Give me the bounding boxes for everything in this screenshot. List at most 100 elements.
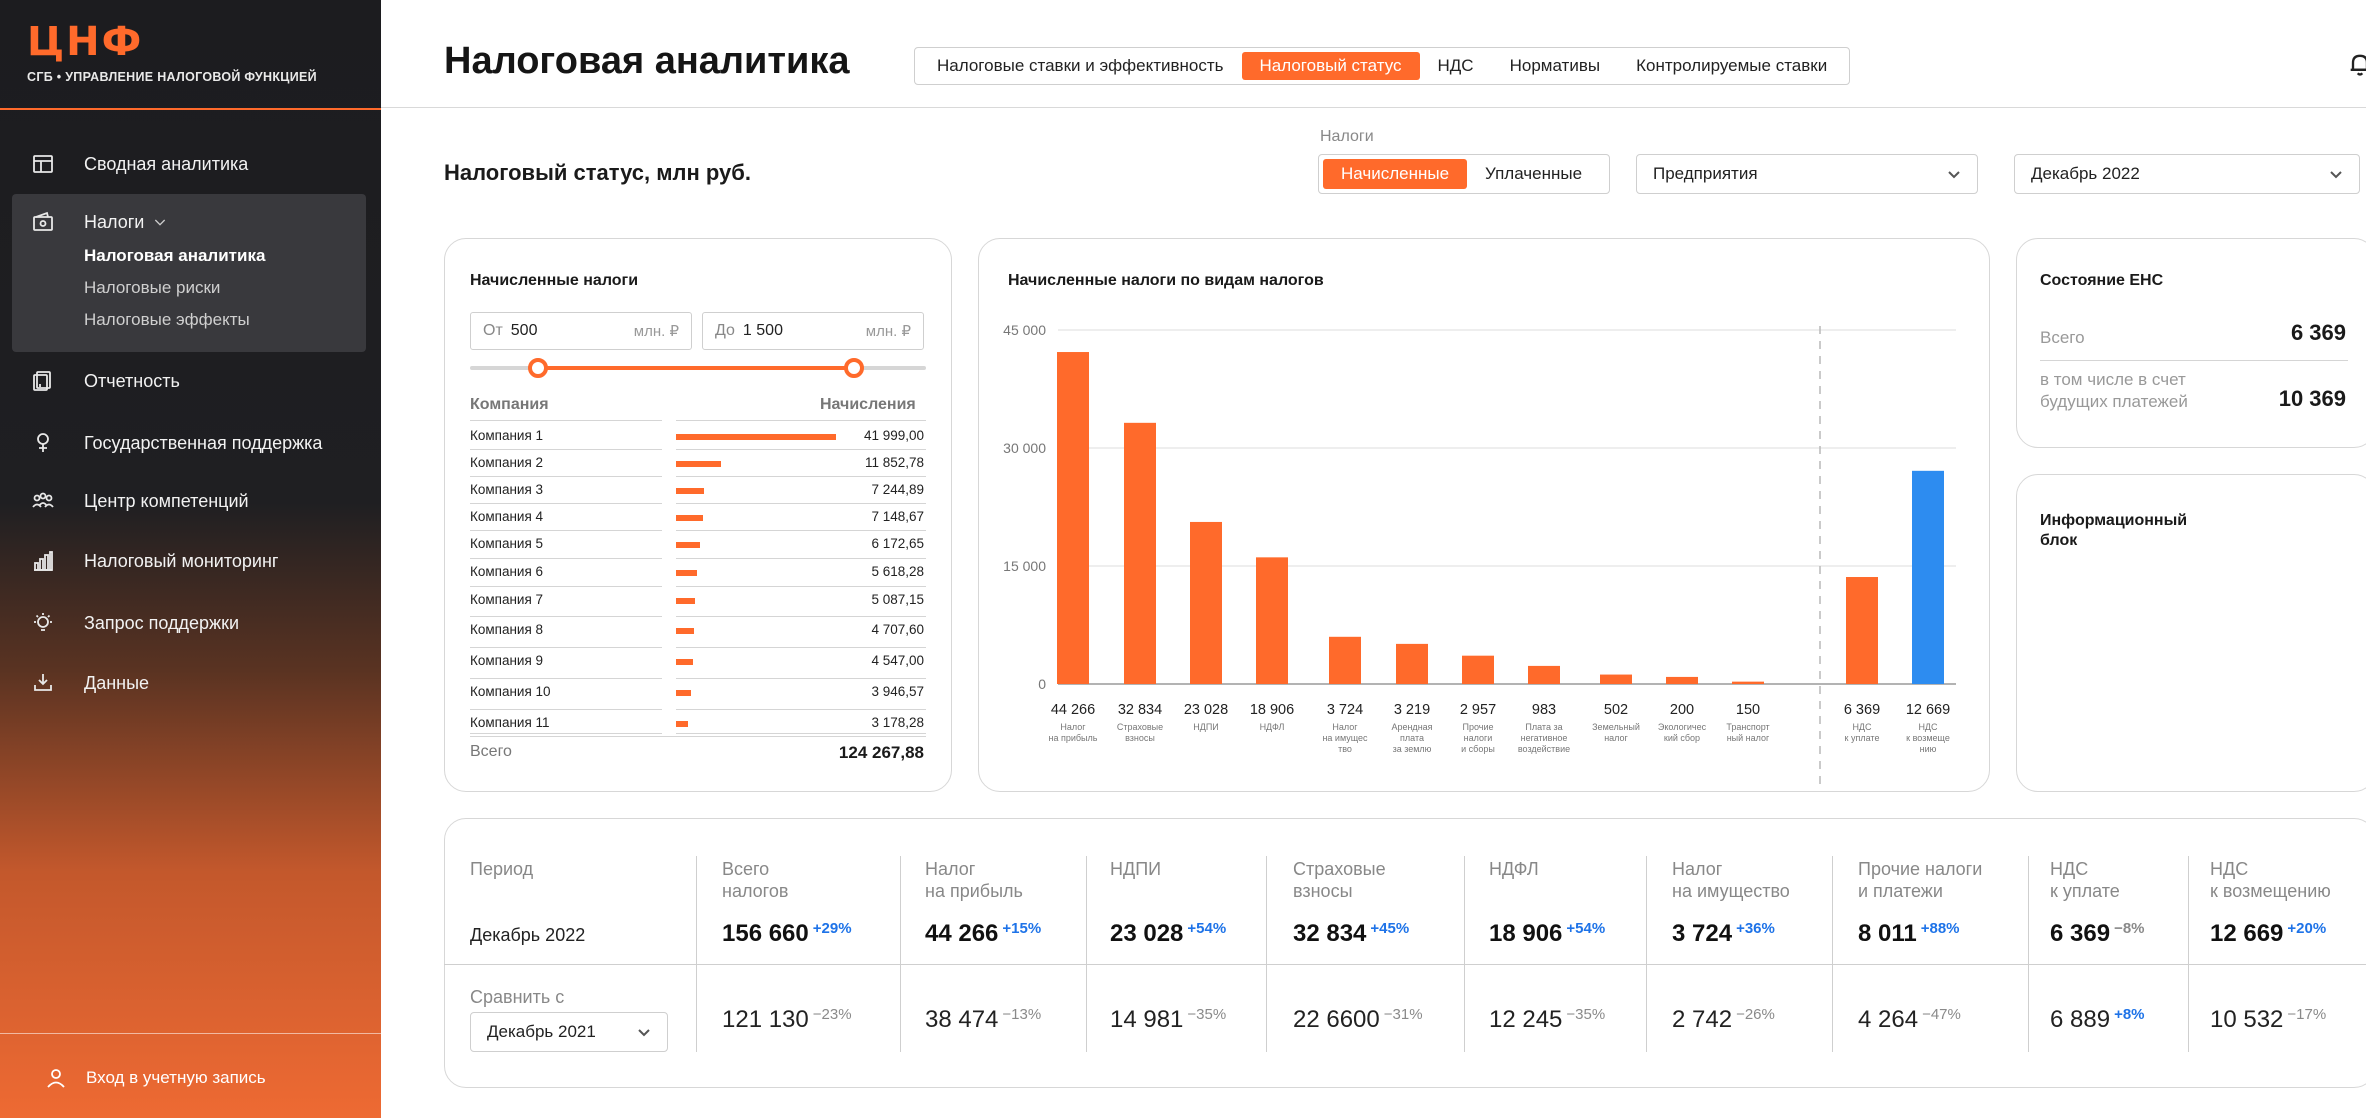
column-separator [696, 856, 697, 1052]
compare-change-badge: −31% [1383, 1006, 1423, 1023]
sidebar-subitem-effects[interactable]: Налоговые эффекты [84, 310, 250, 330]
range-from-value: 500 [510, 322, 538, 339]
login-button[interactable]: Вход в учетную запись [44, 1066, 266, 1090]
sidebar-item-taxes[interactable]: Налоги [28, 202, 168, 242]
chart-bar[interactable] [1124, 422, 1156, 684]
tab-rates-efficiency[interactable]: Налоговые ставки и эффективность [919, 52, 1242, 80]
x-tick-label: Страховые [1117, 722, 1163, 732]
compare-value-number: 2 742 [1672, 1006, 1733, 1033]
chart-bar[interactable] [1190, 521, 1222, 684]
summary-value: 23 028 +54% [1110, 920, 1226, 948]
sidebar-item-data[interactable]: Данные [28, 663, 149, 703]
company-value: 7 148,67 [871, 509, 924, 524]
period-select[interactable]: Декабрь 2022 [2014, 154, 2360, 194]
x-tick-label: Арендная [1391, 722, 1432, 732]
tab-vat[interactable]: НДС [1420, 52, 1492, 80]
x-tick-label: взносы [1125, 733, 1155, 743]
company-value: 4 707,60 [871, 622, 924, 637]
toggle-paid[interactable]: Уплаченные [1467, 159, 1600, 189]
bar-value-label: 150 [1736, 702, 1760, 718]
range-slider-min-handle[interactable] [528, 358, 548, 378]
chart-bar[interactable] [1256, 557, 1288, 684]
ens-total-value: 6 369 [2290, 320, 2346, 345]
summary-value: 156 660 +29% [722, 920, 852, 948]
table-row[interactable]: Компания 5 6 172,65 [470, 534, 926, 554]
x-tick-label: Земельный [1592, 722, 1640, 732]
table-row[interactable]: Компания 6 5 618,28 [470, 562, 926, 582]
table-row[interactable]: Компания 2 11 852,78 [470, 453, 926, 473]
compare-period-select[interactable]: Декабрь 2021 [470, 1012, 668, 1052]
table-row[interactable]: Компания 1 41 999,00 [470, 426, 926, 446]
x-tick-label: Прочие [1462, 722, 1493, 732]
x-tick-label: к возмеще [1906, 733, 1950, 743]
range-from-label: От [483, 322, 503, 339]
wallet-icon [28, 207, 58, 237]
sidebar-item-reporting[interactable]: Отчетность [28, 361, 180, 401]
table-row[interactable]: Компания 4 7 148,67 [470, 507, 926, 527]
chart-bar[interactable] [1396, 643, 1428, 684]
sidebar-item-label: Запрос поддержки [84, 612, 240, 633]
company-value: 41 999,00 [863, 428, 924, 443]
notification-bell[interactable] [2346, 50, 2366, 83]
x-tick-label: НДС [1852, 722, 1872, 732]
sidebar-item-competence-center[interactable]: Центр компетенций [28, 481, 249, 521]
table-row[interactable]: Компания 8 4 707,60 [470, 620, 926, 640]
bar-value-label: 23 028 [1184, 702, 1228, 718]
page-title: Налоговая аналитика [444, 40, 850, 82]
company-bar [676, 570, 697, 576]
table-row[interactable]: Компания 3 7 244,89 [470, 480, 926, 500]
chart-bar[interactable] [1528, 665, 1560, 684]
tab-tax-status[interactable]: Налоговый статус [1241, 52, 1420, 80]
chart-bar[interactable] [1057, 352, 1089, 684]
table-row[interactable]: Компания 11 3 178,28 [470, 713, 926, 733]
table-row[interactable]: Компания 10 3 946,57 [470, 682, 926, 702]
company-bar [676, 721, 688, 727]
row-divider [676, 449, 926, 450]
x-tick-label: кий сбор [1664, 733, 1700, 743]
company-bar [676, 434, 836, 440]
x-tick-label: Налог [1332, 722, 1358, 732]
summary-column-header: Налог [1672, 859, 1723, 879]
y-tick-label: 15 000 [1003, 558, 1046, 574]
sidebar-subitem-analytics[interactable]: Налоговая аналитика [84, 246, 265, 266]
sidebar-item-state-support[interactable]: Государственная поддержка [28, 423, 322, 463]
sidebar-item-support-request[interactable]: Запрос поддержки [28, 603, 239, 643]
sidebar-item-tax-monitoring[interactable]: Налоговый мониторинг [28, 541, 278, 581]
table-row[interactable]: Компания 7 5 087,15 [470, 590, 926, 610]
chart-bar[interactable] [1600, 674, 1632, 684]
chart-bar[interactable] [1732, 681, 1764, 684]
chart-bar[interactable] [1846, 577, 1878, 684]
sidebar-subitem-risks[interactable]: Налоговые риски [84, 278, 220, 298]
summary-change-badge: +88% [1920, 920, 1960, 937]
chart-bar[interactable] [1912, 470, 1944, 684]
sidebar-item-summary[interactable]: Сводная аналитика [28, 144, 248, 184]
x-tick-label: на имущес [1322, 733, 1368, 743]
compare-change-badge: −47% [1922, 1006, 1961, 1023]
chart-bar[interactable] [1329, 636, 1361, 684]
chevron-down-icon [637, 1025, 651, 1039]
range-from-input[interactable]: От 500 млн. ₽ [470, 312, 692, 350]
table-row[interactable]: Компания 9 4 547,00 [470, 651, 926, 671]
toggle-accrued[interactable]: Начисленные [1323, 159, 1468, 189]
tab-controlled-rates[interactable]: Контролируемые ставки [1618, 52, 1845, 80]
sidebar-item-label: Центр компетенций [84, 490, 249, 511]
ens-title: Состояние ЕНС [2040, 272, 2164, 289]
entity-select[interactable]: Предприятия [1636, 154, 1978, 194]
data-icon [28, 668, 58, 698]
sidebar-item-label: Налоги [84, 211, 145, 232]
compare-value-number: 121 130 [722, 1006, 809, 1033]
summary-column-header: НДС [2210, 859, 2249, 879]
column-header-accruals: Начисления [820, 396, 916, 413]
chart-bar[interactable] [1666, 676, 1698, 684]
chart-bar[interactable] [1462, 655, 1494, 684]
logo[interactable]: ЦНФ СГБ • УПРАВЛЕНИЕ НАЛОГОВОЙ ФУНКЦИЕЙ [27, 22, 317, 84]
bar-value-label: 12 669 [1906, 702, 1950, 718]
range-to-input[interactable]: До 1 500 млн. ₽ [702, 312, 924, 350]
compare-value: 6 889 +8% [2050, 1006, 2145, 1034]
summary-value-number: 32 834 [1293, 920, 1367, 947]
summary-value-number: 3 724 [1672, 920, 1733, 947]
range-slider-max-handle[interactable] [844, 358, 864, 378]
tab-norms[interactable]: Нормативы [1492, 52, 1619, 80]
chevron-down-icon [1947, 167, 1961, 181]
x-tick-label: Налог [1060, 722, 1086, 732]
